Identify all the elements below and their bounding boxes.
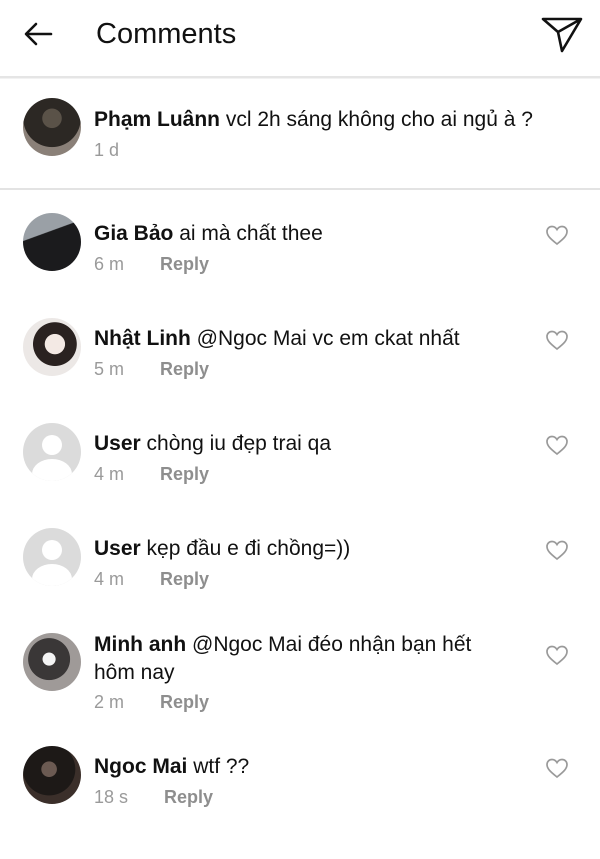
comment-item: Minh anh @Ngoc Mai đéo nhận bạn hết hôm … [0, 616, 600, 734]
caption-username[interactable]: Phạm Luânn [94, 108, 220, 131]
like-button[interactable] [545, 644, 569, 666]
heart-icon [546, 435, 568, 456]
avatar[interactable] [23, 746, 81, 804]
avatar[interactable] [23, 423, 81, 481]
caption-body: vcl 2h sáng không cho ai ngủ à ? [225, 108, 533, 131]
avatar[interactable] [23, 98, 81, 156]
header-bar: Comments [0, 0, 600, 78]
comment-time: 18 s [94, 787, 129, 807]
avatar[interactable] [23, 213, 81, 271]
comment-body: @Ngoc Mai vc em ckat nhất [196, 327, 460, 350]
caption-text: Phạm Luânn vcl 2h sáng không cho ai ngủ … [94, 106, 574, 134]
reply-button[interactable]: Reply [160, 359, 209, 380]
comment-time: 2 m [94, 692, 125, 712]
like-button[interactable] [545, 224, 569, 246]
like-button[interactable] [545, 434, 569, 456]
heart-icon [546, 225, 568, 246]
comment-username[interactable]: User [94, 537, 141, 560]
comment-username[interactable]: Nhật Linh [94, 327, 191, 350]
caption-time: 1 d [94, 140, 120, 160]
comment-body: kẹp đầu e đi chồng=)) [146, 537, 351, 560]
heart-icon [546, 330, 568, 351]
share-button[interactable] [538, 12, 586, 56]
page-title: Comments [96, 18, 237, 50]
like-button[interactable] [545, 757, 569, 779]
reply-button[interactable]: Reply [160, 464, 209, 485]
comments-screen: Comments Phạm Luânn vcl 2h sáng không ch… [0, 0, 600, 859]
paper-plane-icon [541, 17, 583, 53]
avatar[interactable] [23, 318, 81, 376]
comment-item: Ngoc Mai wtf ?? 18 s Reply [0, 729, 600, 829]
reply-button[interactable]: Reply [160, 569, 209, 590]
comment-text: User chòng iu đẹp trai qa [94, 430, 534, 458]
comment-time: 4 m [94, 464, 125, 484]
comment-text: Nhật Linh @Ngoc Mai vc em ckat nhất [94, 325, 534, 353]
comment-text: Minh anh @Ngoc Mai đéo nhận bạn hết hôm … [94, 631, 514, 687]
arrow-left-icon [24, 22, 53, 46]
like-button[interactable] [545, 329, 569, 351]
comment-username[interactable]: Ngoc Mai [94, 755, 187, 778]
comment-item: User chòng iu đẹp trai qa 4 m Reply [0, 406, 600, 506]
comment-text: Gia Bảo ai mà chất thee [94, 220, 534, 248]
comment-item: Nhật Linh @Ngoc Mai vc em ckat nhất 5 m … [0, 301, 600, 401]
comment-body: chòng iu đẹp trai qa [146, 432, 332, 455]
back-button[interactable] [18, 16, 58, 52]
comment-time: 5 m [94, 359, 125, 379]
avatar[interactable] [23, 633, 81, 691]
comment-body: ai mà chất thee [179, 222, 323, 245]
heart-icon [546, 540, 568, 561]
reply-button[interactable]: Reply [164, 787, 213, 808]
post-caption: Phạm Luânn vcl 2h sáng không cho ai ngủ … [0, 78, 600, 190]
comment-username[interactable]: User [94, 432, 141, 455]
comment-text: User kẹp đầu e đi chồng=)) [94, 535, 534, 563]
comment-time: 4 m [94, 569, 125, 589]
comment-username[interactable]: Minh anh [94, 633, 186, 656]
reply-button[interactable]: Reply [160, 692, 209, 713]
comment-text: Ngoc Mai wtf ?? [94, 753, 534, 781]
comment-item: User kẹp đầu e đi chồng=)) 4 m Reply [0, 511, 600, 611]
reply-button[interactable]: Reply [160, 254, 209, 275]
heart-icon [546, 645, 568, 666]
comment-item: Gia Bảo ai mà chất thee 6 m Reply [0, 196, 600, 296]
comment-username[interactable]: Gia Bảo [94, 222, 173, 245]
comment-body: wtf ?? [193, 755, 250, 778]
avatar[interactable] [23, 528, 81, 586]
like-button[interactable] [545, 539, 569, 561]
heart-icon [546, 758, 568, 779]
comment-time: 6 m [94, 254, 125, 274]
